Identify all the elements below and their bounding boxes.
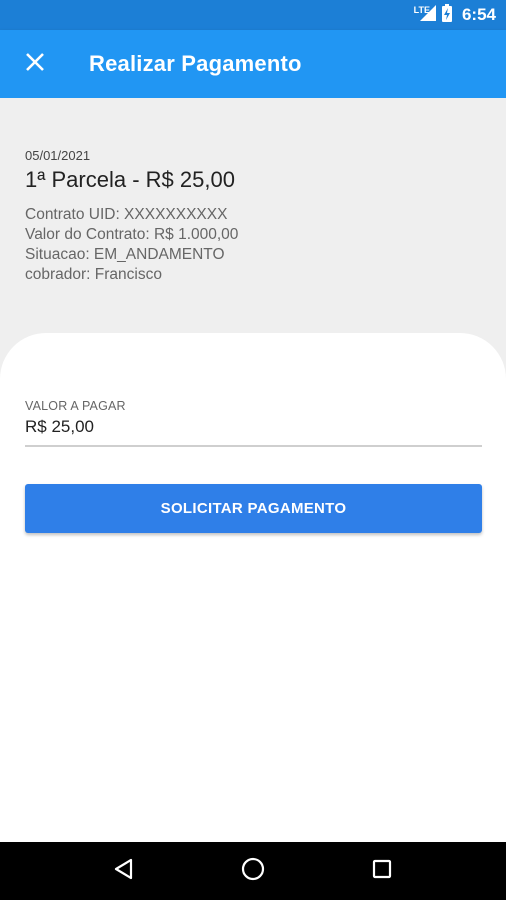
- installment-details: Contrato UID: XXXXXXXXXX Valor do Contra…: [25, 205, 481, 285]
- contract-uid: Contrato UID: XXXXXXXXXX: [25, 206, 228, 223]
- installment-title: 1ª Parcela - R$ 25,00: [25, 167, 235, 192]
- app-bar: Realizar Pagamento: [0, 30, 506, 98]
- home-circle-icon: [241, 857, 265, 886]
- battery-icon: [441, 3, 452, 27]
- contract-value: Valor do Contrato: R$ 1.000,00: [25, 226, 239, 243]
- system-nav-bar: [0, 842, 506, 900]
- clock: 6:54: [461, 5, 496, 24]
- home-button[interactable]: [233, 851, 273, 891]
- close-icon: [25, 52, 45, 77]
- back-button[interactable]: [104, 851, 144, 891]
- collector: cobrador: Francisco: [25, 266, 162, 283]
- payment-card: VALOR A PAGAR SOLICITAR PAGAMENTO: [0, 333, 506, 842]
- status-bar: LTE 6:54: [0, 0, 506, 30]
- amount-input[interactable]: [25, 413, 482, 447]
- back-triangle-icon: [113, 858, 135, 885]
- recents-button[interactable]: [362, 851, 402, 891]
- page-title: Realizar Pagamento: [89, 51, 302, 76]
- lte-label: LTE: [413, 5, 430, 15]
- amount-label: VALOR A PAGAR: [25, 399, 126, 413]
- request-payment-button[interactable]: SOLICITAR PAGAMENTO: [25, 484, 482, 533]
- installment-date: 05/01/2021: [25, 148, 91, 163]
- contract-status: Situacao: EM_ANDAMENTO: [25, 246, 225, 263]
- installment-info: 05/01/2021 1ª Parcela - R$ 25,00 Contrat…: [0, 98, 506, 348]
- close-button[interactable]: [15, 44, 55, 84]
- recents-square-icon: [372, 859, 392, 884]
